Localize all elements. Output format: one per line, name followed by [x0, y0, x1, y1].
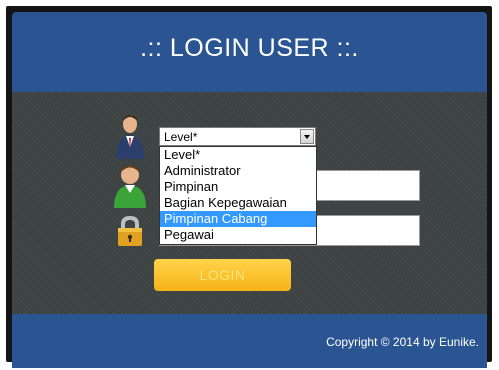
copyright-text: Copyright © 2014 by Eunike.	[326, 335, 479, 349]
level-select-value: Level*	[164, 130, 198, 144]
level-dropdown-list: Level* Administrator Pimpinan Bagian Kep…	[159, 146, 317, 245]
dropdown-option-bagian-kepegawaian[interactable]: Bagian Kepegawaian	[160, 195, 316, 211]
login-header: .:: LOGIN USER ::.	[12, 12, 487, 92]
businessman-icon	[116, 115, 144, 159]
dropdown-option-level[interactable]: Level*	[160, 147, 316, 163]
page-title: .:: LOGIN USER ::.	[140, 34, 359, 62]
login-button[interactable]: LOGIN	[154, 259, 291, 291]
level-select[interactable]: Level*	[159, 127, 316, 146]
dropdown-option-pimpinan[interactable]: Pimpinan	[160, 179, 316, 195]
padlock-icon	[118, 215, 142, 246]
user-icon	[114, 165, 146, 208]
dropdown-option-pegawai[interactable]: Pegawai	[160, 227, 316, 243]
login-footer: Copyright © 2014 by Eunike.	[12, 314, 487, 368]
dropdown-option-pimpinan-cabang[interactable]: Pimpinan Cabang	[160, 211, 316, 227]
chevron-down-icon[interactable]	[300, 129, 314, 144]
dropdown-option-administrator[interactable]: Administrator	[160, 163, 316, 179]
